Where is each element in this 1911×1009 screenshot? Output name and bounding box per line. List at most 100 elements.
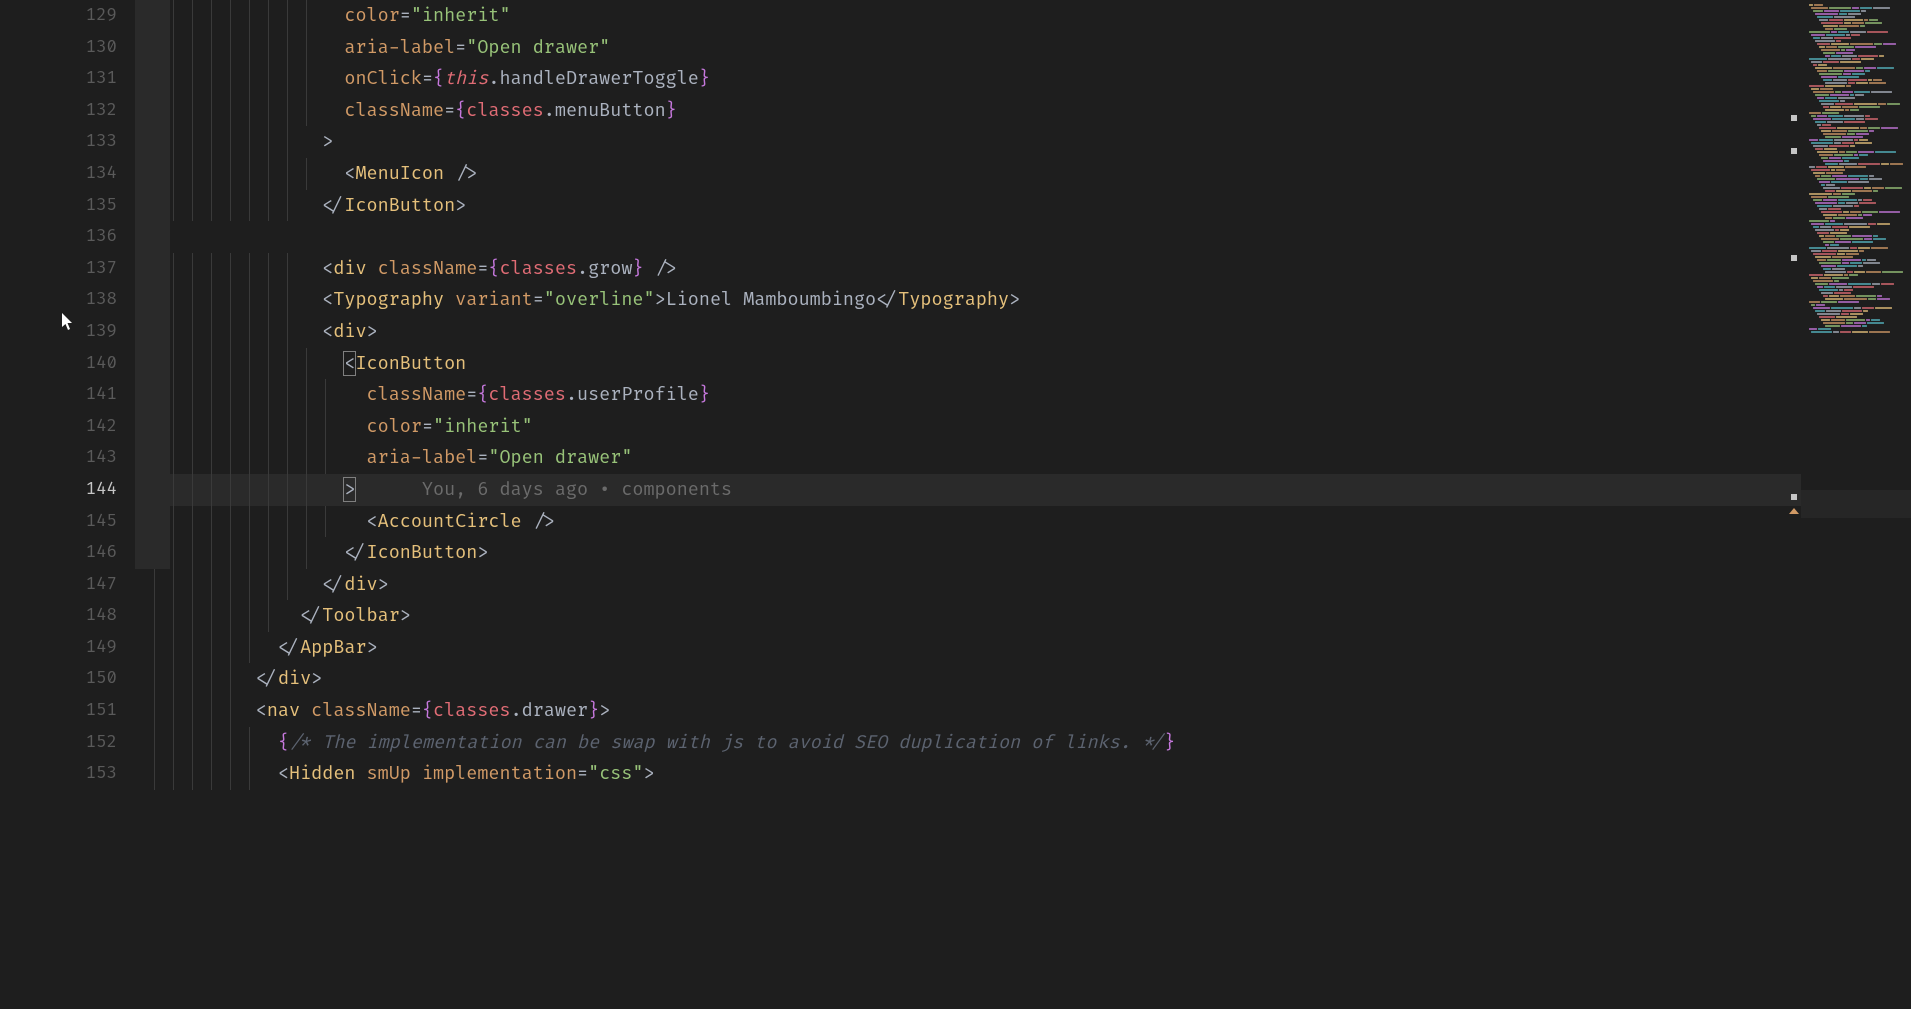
code-line[interactable]: <nav className={classes.drawer}> <box>135 695 1911 727</box>
code-token: > <box>311 667 322 690</box>
code-token: { <box>477 383 488 406</box>
code-token: classes <box>433 699 511 722</box>
code-token: . <box>511 699 522 722</box>
code-area[interactable]: color="inherit" aria-label="Open drawer"… <box>135 0 1911 1009</box>
overview-marker[interactable] <box>1791 494 1797 500</box>
code-token: > <box>655 288 666 311</box>
code-token: IconButton <box>344 194 455 217</box>
code-line[interactable]: </div> <box>135 663 1911 695</box>
line-number: 140 <box>0 348 117 380</box>
line-number: 149 <box>0 632 117 664</box>
code-token: > <box>378 573 389 596</box>
code-token: { <box>488 257 499 280</box>
code-token: > <box>367 320 378 343</box>
code-editor[interactable]: 1291301311321331341351361371381391401411… <box>0 0 1911 1009</box>
code-token: </ <box>278 636 300 659</box>
code-token: = <box>533 288 544 311</box>
code-line[interactable]: </div> <box>135 569 1911 601</box>
code-token: aria-label <box>367 446 478 469</box>
code-line[interactable]: <Typography variant="overline">Lionel Ma… <box>135 284 1911 316</box>
overview-marker[interactable] <box>1791 255 1797 261</box>
code-token: /> <box>644 257 677 280</box>
code-line[interactable]: {/* The implementation can be swap with … <box>135 727 1911 759</box>
code-token: /* The implementation can be swap with j… <box>289 731 1164 754</box>
code-token: < <box>322 288 333 311</box>
code-token: div <box>344 573 377 596</box>
code-token: = <box>477 257 488 280</box>
line-number: 129 <box>0 0 117 32</box>
code-line[interactable]: className={classes.menuButton} <box>135 95 1911 127</box>
code-token: } <box>666 99 677 122</box>
code-token: } <box>588 699 599 722</box>
overview-marker[interactable] <box>1791 148 1797 154</box>
overview-marker[interactable] <box>1791 115 1797 121</box>
line-number: 139 <box>0 316 117 348</box>
code-token: Typography <box>333 288 444 311</box>
line-number-gutter: 1291301311321331341351361371381391401411… <box>0 0 135 1009</box>
code-token: } <box>699 383 710 406</box>
code-token: "css" <box>588 762 643 785</box>
code-token: < <box>278 762 289 785</box>
code-line[interactable]: <IconButton <box>135 348 1911 380</box>
line-number: 144 <box>0 474 117 506</box>
code-token: > <box>477 541 488 564</box>
code-line[interactable]: <div className={classes.grow} /> <box>135 253 1911 285</box>
code-token: variant <box>455 288 533 311</box>
code-token <box>355 762 366 785</box>
code-token: className <box>311 699 411 722</box>
line-number: 145 <box>0 506 117 538</box>
line-number: 137 <box>0 253 117 285</box>
code-token: smUp <box>367 762 411 785</box>
code-token: </ <box>300 604 322 627</box>
line-number: 132 <box>0 95 117 127</box>
overview-marker[interactable] <box>1789 508 1799 514</box>
code-token: { <box>455 99 466 122</box>
minimap[interactable] <box>1801 0 1911 1009</box>
code-token: < <box>344 162 355 185</box>
code-token: onClick <box>344 67 422 90</box>
minimap-viewport[interactable] <box>1801 490 1911 518</box>
code-token: Typography <box>898 288 1009 311</box>
code-line[interactable]: className={classes.userProfile} <box>135 379 1911 411</box>
code-token: > <box>367 636 378 659</box>
code-line[interactable]: aria-label="Open drawer" <box>135 442 1911 474</box>
code-token: { <box>433 67 444 90</box>
code-token: > <box>1009 288 1020 311</box>
code-token: = <box>411 699 422 722</box>
code-line[interactable]: <MenuIcon /> <box>135 158 1911 190</box>
code-token: = <box>577 762 588 785</box>
code-line[interactable]: </IconButton> <box>135 537 1911 569</box>
line-number: 146 <box>0 537 117 569</box>
code-token: /> <box>444 162 477 185</box>
line-number: 147 <box>0 569 117 601</box>
code-line[interactable]: > <box>135 126 1911 158</box>
code-line[interactable]: <div> <box>135 316 1911 348</box>
overview-ruler[interactable] <box>1785 0 1799 1009</box>
code-token: /> <box>522 510 555 533</box>
line-number: 150 <box>0 663 117 695</box>
code-line[interactable]: color="inherit" <box>135 411 1911 443</box>
code-line[interactable] <box>135 221 1911 253</box>
code-token: className <box>378 257 478 280</box>
code-line[interactable]: </Toolbar> <box>135 600 1911 632</box>
line-number: 142 <box>0 411 117 443</box>
code-line[interactable]: color="inherit" <box>135 0 1911 32</box>
code-token: div <box>333 320 366 343</box>
code-line[interactable]: aria-label="Open drawer" <box>135 32 1911 64</box>
git-blame-annotation: You, 6 days ago • components <box>355 478 732 501</box>
code-token: < <box>367 510 378 533</box>
code-token: </ <box>322 573 344 596</box>
code-line[interactable]: </IconButton> <box>135 190 1911 222</box>
code-token: = <box>477 446 488 469</box>
code-line[interactable]: <AccountCircle /> <box>135 506 1911 538</box>
code-line[interactable]: <Hidden smUp implementation="css"> <box>135 758 1911 790</box>
code-token: < <box>322 257 333 280</box>
code-line[interactable]: </AppBar> <box>135 632 1911 664</box>
code-line[interactable]: > You, 6 days ago • components <box>135 474 1911 506</box>
code-line[interactable]: onClick={this.handleDrawerToggle} <box>135 63 1911 95</box>
code-token: Lionel Mamboumbingo <box>666 288 876 311</box>
code-token: </ <box>876 288 898 311</box>
code-token: . <box>577 257 588 280</box>
code-token <box>367 257 378 280</box>
code-token: classes <box>466 99 544 122</box>
